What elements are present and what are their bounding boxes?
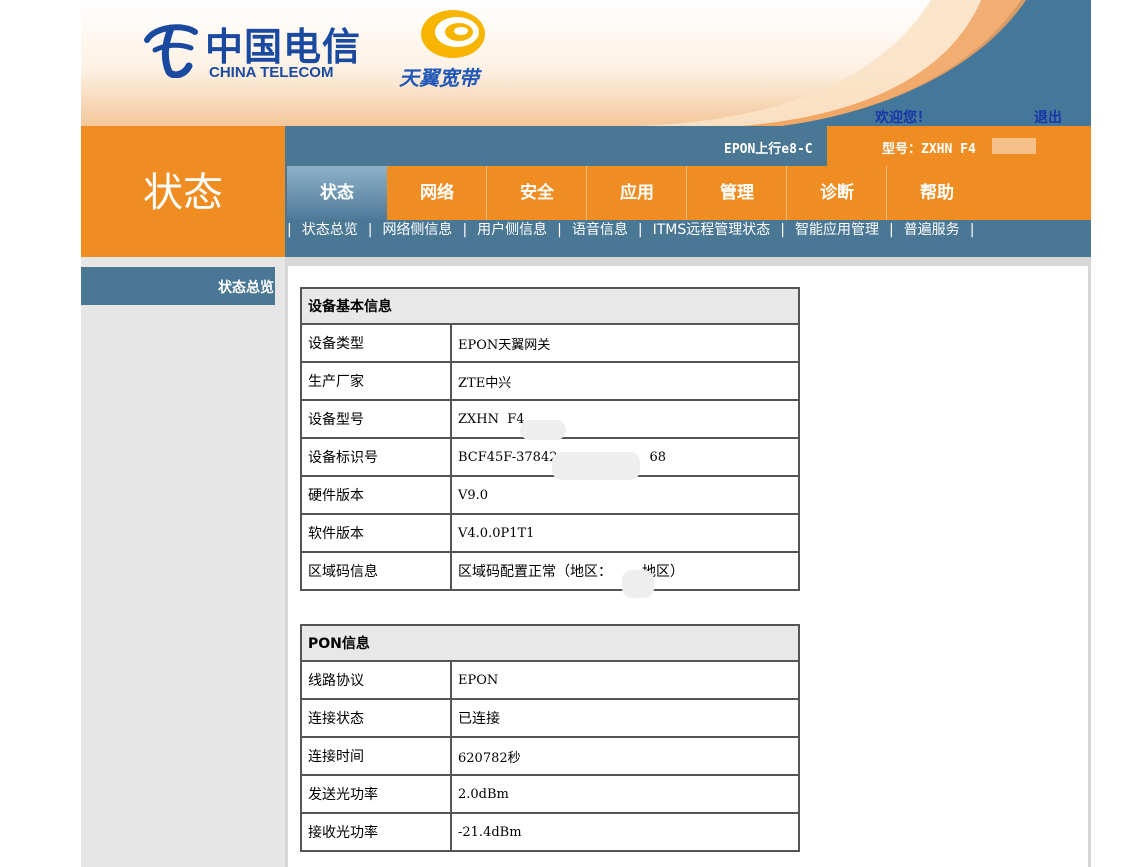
- row-key: 线路协议: [300, 660, 452, 700]
- row-value: -21.4dBm: [450, 812, 800, 852]
- sidebar-item-label: 状态总览: [218, 280, 274, 296]
- welcome-text: 欢迎您！: [875, 110, 931, 126]
- subnav-status-overview[interactable]: 状态总览: [302, 222, 358, 238]
- tab-divider: [586, 166, 587, 220]
- area-code-prefix: 区域码配置正常（地区：: [458, 564, 612, 580]
- device-info-title: 设备基本信息: [300, 287, 800, 325]
- table-row: 连接时间 620782秒: [300, 736, 800, 776]
- row-key: 生产厂家: [300, 361, 452, 401]
- row-value: EPON天翼网关: [450, 323, 800, 363]
- subnav-user-side-info[interactable]: 用户侧信息: [477, 222, 547, 238]
- tab-divider: [486, 166, 487, 220]
- tab-network[interactable]: 网络: [387, 166, 487, 220]
- row-value: V9.0: [450, 475, 800, 515]
- row-value: 2.0dBm: [450, 774, 800, 814]
- row-key: 设备型号: [300, 399, 452, 439]
- row-key: 发送光功率: [300, 774, 452, 814]
- logo-english-text: CHINA TELECOM: [209, 64, 334, 81]
- tab-help[interactable]: 帮助: [887, 166, 987, 220]
- header-banner: 中国电信 CHINA TELECOM 天翼宽带 欢迎您！ 退出: [81, 0, 1091, 126]
- model-label: 型号：ZXHN F4: [882, 142, 976, 157]
- row-key: 接收光功率: [300, 812, 452, 852]
- redacted-model-suffix: [992, 138, 1036, 154]
- row-value: 已连接: [450, 698, 800, 738]
- china-telecom-logo: 中国电信 CHINA TELECOM: [141, 14, 371, 84]
- tab-divider: [886, 166, 887, 220]
- table-row: 生产厂家 ZTE中兴: [300, 361, 800, 401]
- subnav-itms-status[interactable]: ITMS远程管理状态: [653, 222, 771, 238]
- table-row: 发送光功率 2.0dBm: [300, 774, 800, 814]
- subnav-divider: [285, 257, 1091, 266]
- row-value: ZTE中兴: [450, 361, 800, 401]
- tianyi-swirl-icon: [421, 10, 485, 58]
- page-title: 状态: [143, 170, 223, 216]
- redaction-blur: [552, 452, 640, 480]
- pon-info-table: PON信息 线路协议 EPON 连接状态 已连接 连接时间 620782秒 发送光功率…: [300, 624, 800, 852]
- row-key: 区域码信息: [300, 551, 452, 591]
- table-row: 设备标识号 BCF45F-37842 68: [300, 437, 800, 477]
- pon-info-title: PON信息: [300, 624, 800, 662]
- table-row: 连接状态 已连接: [300, 698, 800, 738]
- table-row: 软件版本 V4.0.0P1T1: [300, 513, 800, 553]
- redaction-blur: [622, 570, 654, 598]
- tab-security[interactable]: 安全: [487, 166, 587, 220]
- table-row: 接收光功率 -21.4dBm: [300, 812, 800, 852]
- subnav-universal-service[interactable]: 普遍服务: [904, 222, 960, 238]
- tab-status[interactable]: 状态: [287, 166, 387, 220]
- row-value: EPON: [450, 660, 800, 700]
- subnav-smart-app-management[interactable]: 智能应用管理: [795, 222, 879, 238]
- row-key: 连接时间: [300, 736, 452, 776]
- row-key: 硬件版本: [300, 475, 452, 515]
- tianyi-broadband-logo: 天翼宽带: [399, 6, 509, 90]
- row-key: 连接状态: [300, 698, 452, 738]
- tab-diagnostics[interactable]: 诊断: [787, 166, 887, 220]
- table-row: 硬件版本 V9.0: [300, 475, 800, 515]
- table-row: 区域码信息 区域码配置正常（地区： 地区）: [300, 551, 800, 591]
- row-key: 设备标识号: [300, 437, 452, 477]
- redaction-blur: [520, 420, 566, 440]
- tab-management[interactable]: 管理: [687, 166, 787, 220]
- logo-chinese-text: 中国电信: [205, 24, 362, 69]
- sidebar: [81, 257, 285, 867]
- row-value: 620782秒: [450, 736, 800, 776]
- row-value: ZXHN F4: [450, 399, 800, 439]
- row-value: V4.0.0P1T1: [450, 513, 800, 553]
- table-row: 线路协议 EPON: [300, 660, 800, 700]
- subnav-voice-info[interactable]: 语音信息: [572, 222, 628, 238]
- row-key: 软件版本: [300, 513, 452, 553]
- tab-divider: [686, 166, 687, 220]
- subnav-network-side-info[interactable]: 网络侧信息: [382, 222, 452, 238]
- china-telecom-emblem-icon: [144, 24, 198, 78]
- logout-link[interactable]: 退出: [1034, 107, 1062, 126]
- tab-applications[interactable]: 应用: [587, 166, 687, 220]
- tab-divider: [786, 166, 787, 220]
- device-id-suffix: 68: [649, 449, 667, 465]
- device-id-prefix: BCF45F-37842: [458, 449, 558, 465]
- row-key: 设备类型: [300, 323, 452, 363]
- tianyi-broadband-text: 天翼宽带: [399, 66, 479, 90]
- product-line-label: EPON上行e8-C: [724, 142, 813, 157]
- table-row: 设备类型 EPON天翼网关: [300, 323, 800, 363]
- subnav-links: | 状态总览 | 网络侧信息 | 用户侧信息 | 语音信息 | ITMS远程管理状态 | 智能应用管理…: [287, 222, 975, 238]
